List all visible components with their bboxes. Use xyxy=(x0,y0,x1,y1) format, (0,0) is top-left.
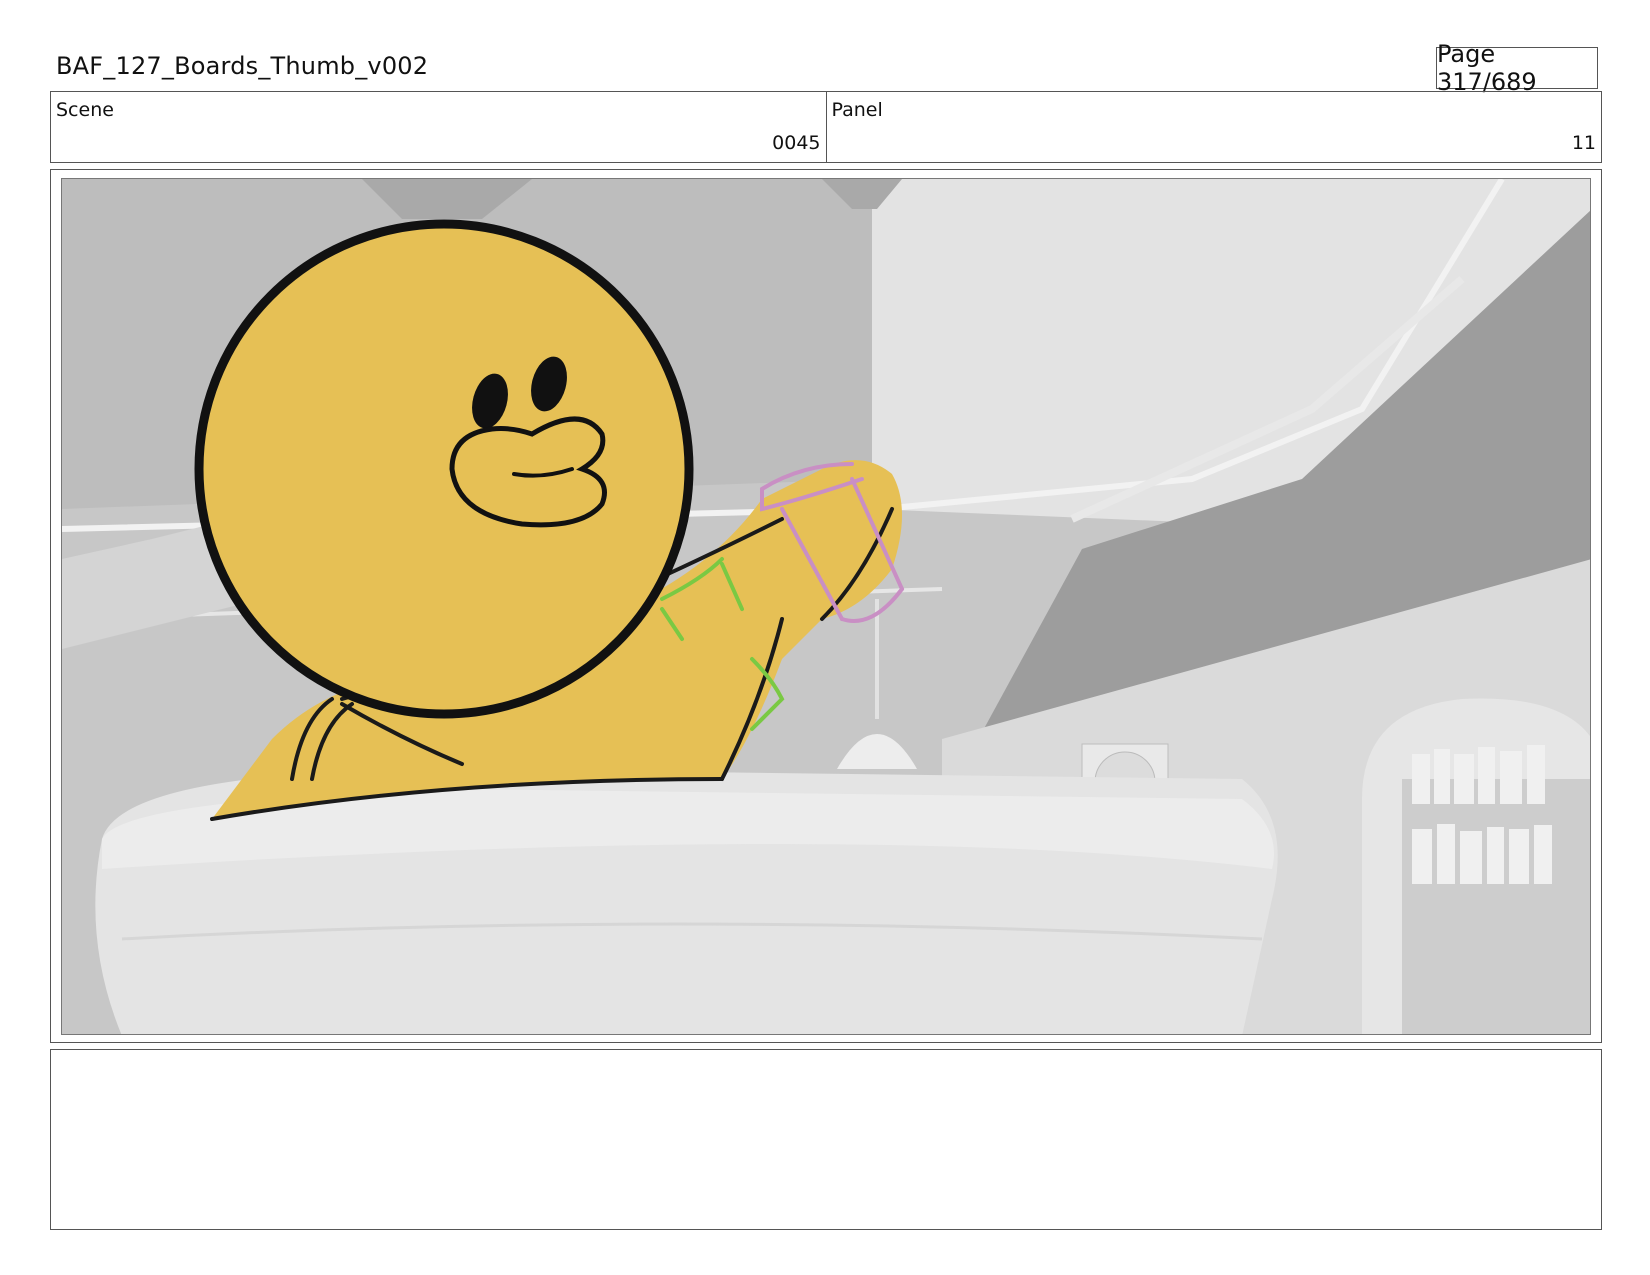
character-head xyxy=(194,219,694,719)
document-title: BAF_127_Boards_Thumb_v002 xyxy=(56,52,429,80)
notes-box xyxy=(50,1049,1602,1230)
storyboard-image xyxy=(61,178,1591,1035)
panel-cell: Panel 11 xyxy=(825,92,1602,162)
panel-label: Panel xyxy=(831,99,883,121)
page-number: Page 317/689 xyxy=(1436,40,1598,96)
scene-panel-info: Scene 0045 Panel 11 xyxy=(50,91,1602,163)
panel-value: 11 xyxy=(1571,132,1596,154)
scene-value: 0045 xyxy=(772,132,821,154)
bookshelf xyxy=(1402,779,1590,1034)
scene-label: Scene xyxy=(56,99,114,121)
storyboard-drawing xyxy=(62,179,1590,1034)
scene-cell: Scene 0045 xyxy=(51,92,826,162)
